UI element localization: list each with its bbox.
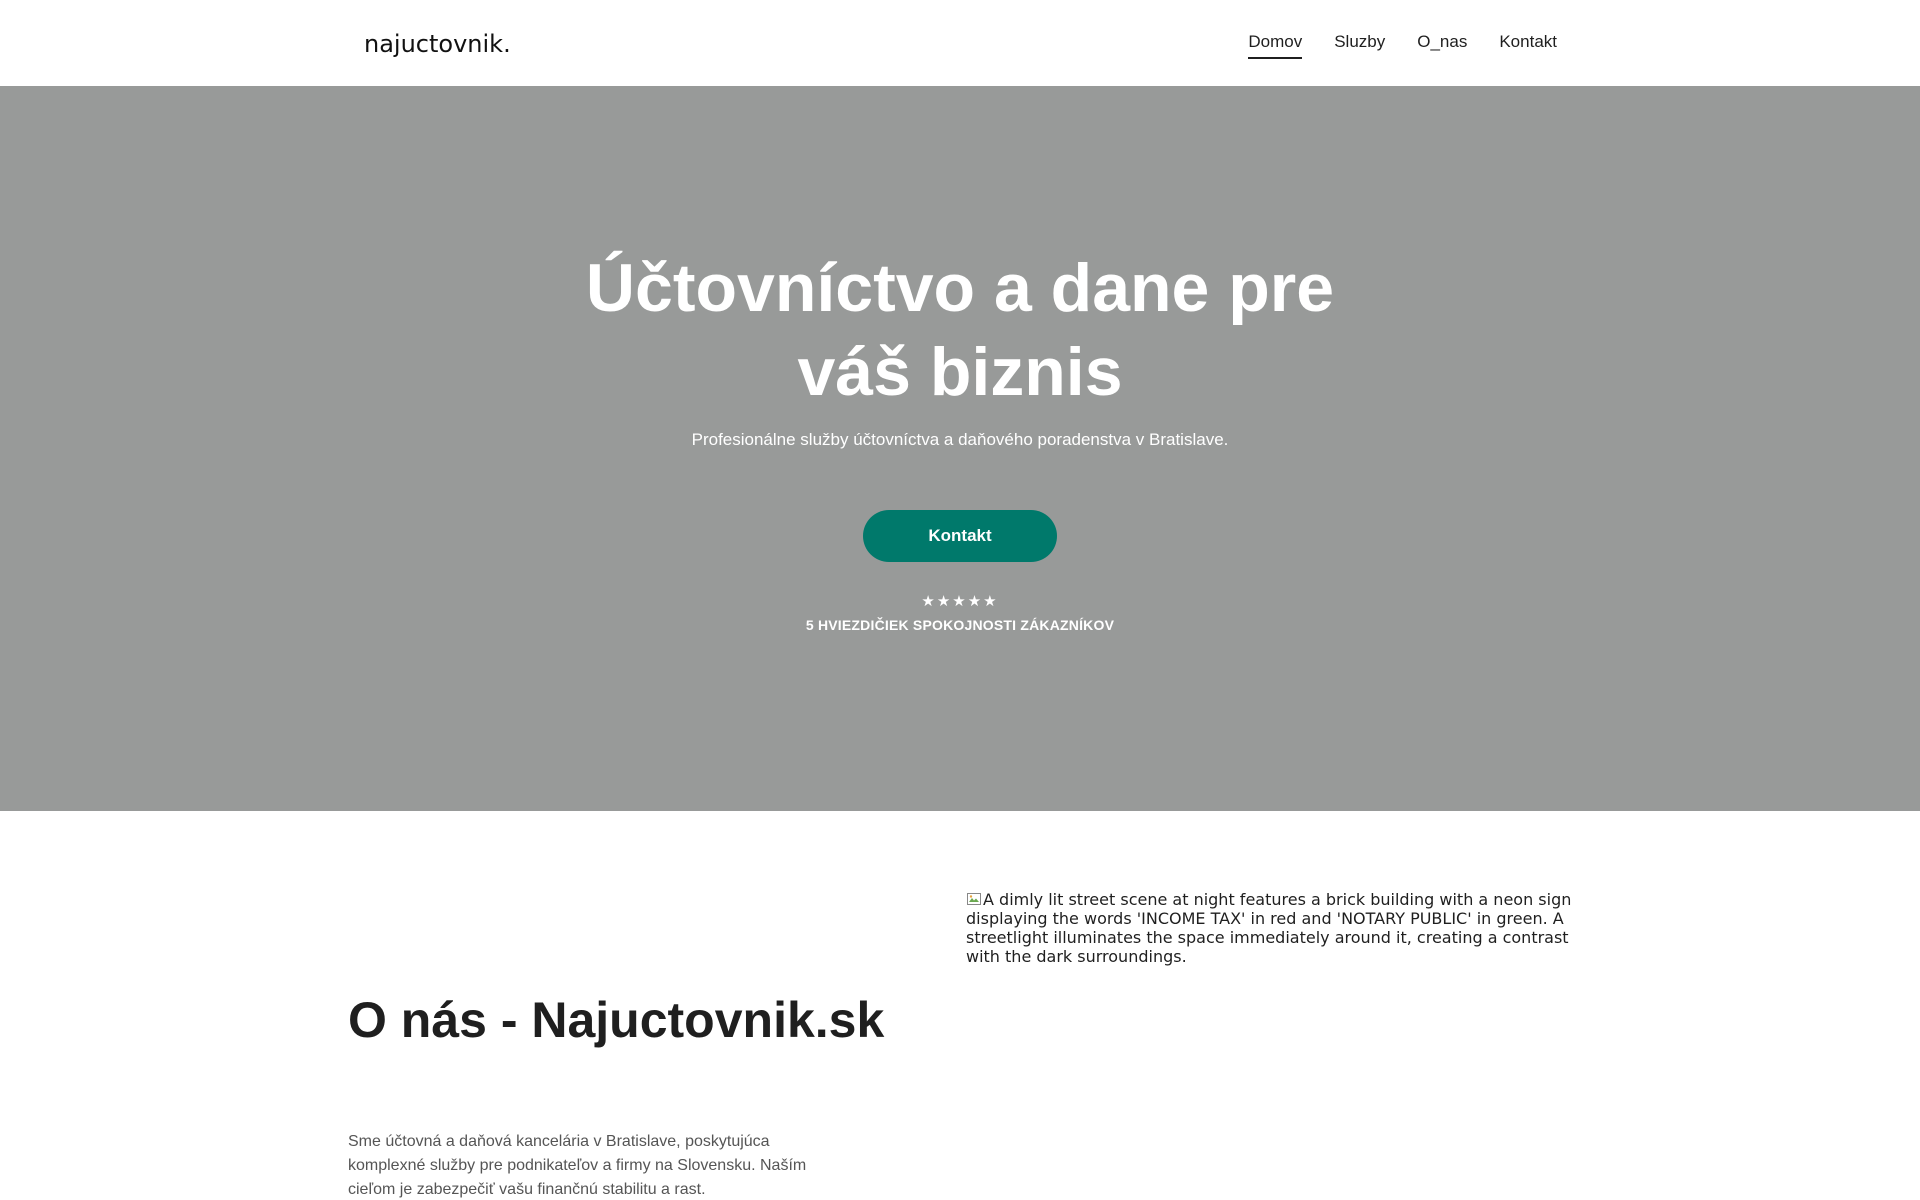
nav-item-o-nas[interactable]: O_nas <box>1417 30 1467 59</box>
nav-item-kontakt[interactable]: Kontakt <box>1499 30 1557 59</box>
nav-item-domov[interactable]: Domov <box>1248 30 1303 59</box>
hero-title: Účtovníctvo a dane pre váš biznis <box>585 250 1335 410</box>
rating-label: 5 HVIEZDIČIEK SPOKOJNOSTI ZÁKAZNÍKOV <box>805 617 1115 633</box>
hero-section: Účtovníctvo a dane pre váš biznis Profes… <box>0 86 1920 811</box>
main-nav: Domov Sluzby O_nas Kontakt <box>1248 30 1557 59</box>
broken-image-icon <box>967 893 981 905</box>
site-logo[interactable]: najuctovnik.sk <box>364 28 510 60</box>
rating-stars-icon: ★★★★★ <box>921 592 999 610</box>
contact-button[interactable]: Kontakt <box>863 510 1057 562</box>
image-alt-text: A dimly lit street scene at night featur… <box>966 890 1572 966</box>
hero-subtitle: Profesionálne služby účtovníctva a daňov… <box>691 430 1229 449</box>
about-image-alt: A dimly lit street scene at night featur… <box>966 890 1574 1170</box>
site-header: najuctovnik.sk Domov Sluzby O_nas Kontak… <box>0 0 1920 86</box>
about-text: Sme účtovná a daňová kancelária v Bratis… <box>348 1133 807 1198</box>
about-title: O nás - Najuctovnik.sk <box>348 992 885 1048</box>
nav-item-sluzby[interactable]: Sluzby <box>1334 30 1385 59</box>
